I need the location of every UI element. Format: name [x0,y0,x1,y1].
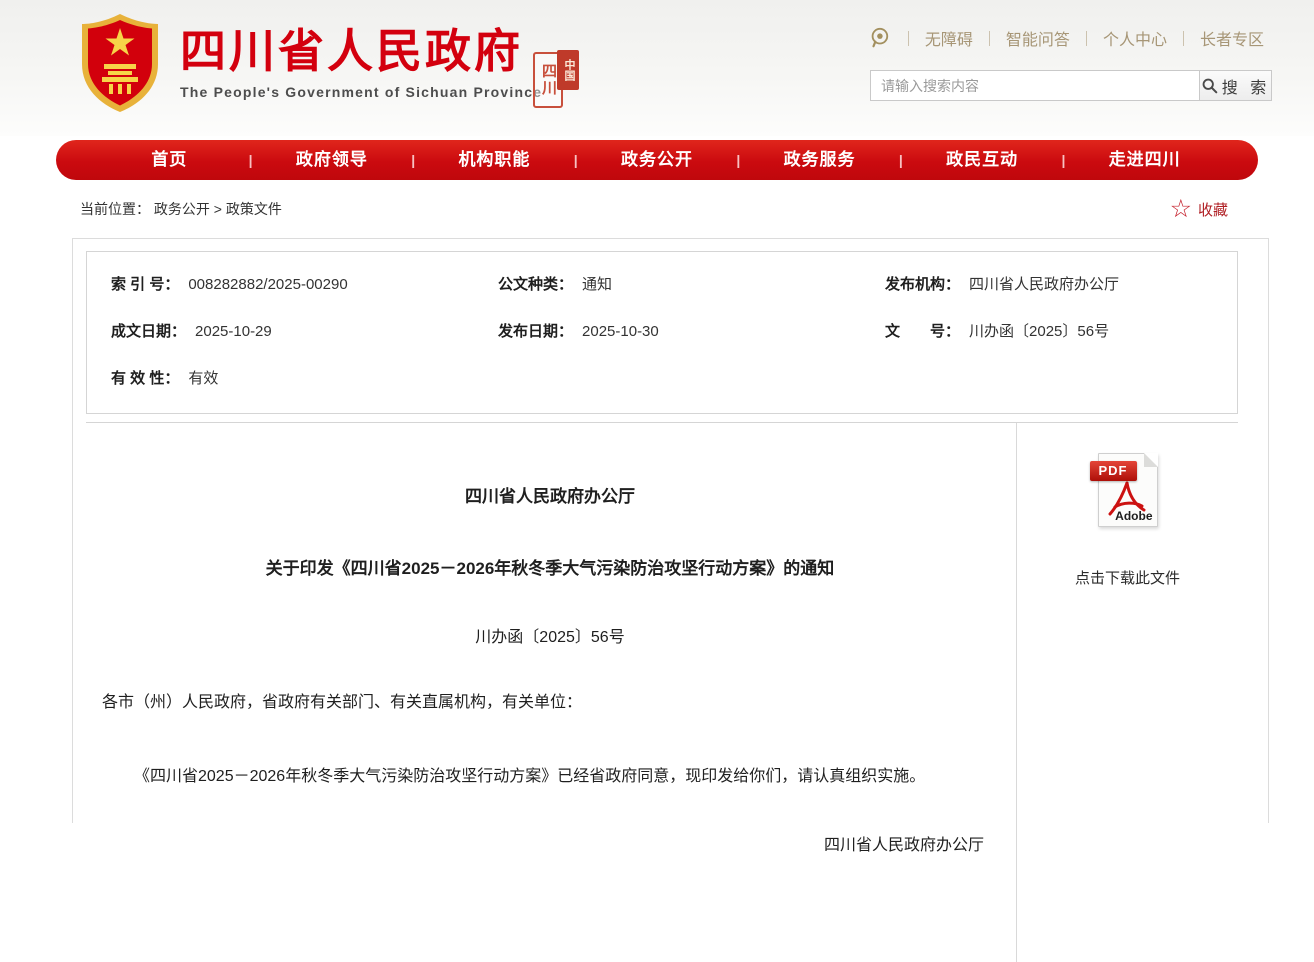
sichuan-seal-stamp: 四川 中国 [533,50,579,110]
meta-label: 文 号： [885,320,960,341]
site-header: 四川省人民政府 The People's Government of Sichu… [0,0,1314,136]
meta-label: 发布机构： [885,273,960,294]
meta-value: 四川省人民政府办公厅 [969,273,1119,294]
breadcrumb: 当前位置： 政务公开 > 政策文件 [80,199,282,219]
breadcrumb-gov-info[interactable]: 政务公开 [154,201,210,217]
meta-row: 索 引 号： 008282882/2025-00290 公文种类： 通知 发布机… [87,260,1237,307]
nav-item-interaction[interactable]: 政民互动 [903,140,1062,180]
main-nav: 首页 | 政府领导 | 机构职能 | 政务公开 | 政务服务 | 政民互动 | … [56,140,1258,180]
meta-label: 公文种类： [498,273,573,294]
breadcrumb-row: 当前位置： 政务公开 > 政策文件 ☆ 收藏 [0,180,1314,238]
link-divider: ｜ [1176,28,1191,49]
meta-value: 2025-10-29 [195,323,272,340]
meta-label: 成文日期： [111,320,186,341]
download-sidebar: PDF Adobe 点击下载此文件 [1016,423,1238,962]
document-text: 四川省人民政府办公厅 关于印发《四川省2025－2026年秋冬季大气污染防治攻坚… [86,423,1016,962]
favorite-label: 收藏 [1198,199,1228,220]
seal-badge-text: 中国 [557,50,579,90]
meta-issuing-org: 发布机构： 四川省人民政府办公厅 [861,260,1237,307]
document-salutation: 各市（州）人民政府，省政府有关部门、有关直属机构，有关单位： [102,691,998,714]
nav-item-gov-services[interactable]: 政务服务 [740,140,899,180]
national-emblem-icon [78,12,162,114]
document-number: 川办函〔2025〕56号 [102,626,998,649]
nav-item-home[interactable]: 首页 [90,140,249,180]
search-button[interactable]: 搜 索 [1200,70,1272,101]
nav-item-about-sichuan[interactable]: 走进四川 [1065,140,1224,180]
search-bar: 搜 索 [870,70,1272,101]
document-meta-table: 索 引 号： 008282882/2025-00290 公文种类： 通知 发布机… [86,251,1238,414]
document-signature: 四川省人民政府办公厅 [102,834,998,857]
site-subtitle: The People's Government of Sichuan Provi… [180,84,542,100]
link-smart-qa[interactable]: 智能问答 [1006,26,1070,50]
link-divider: ｜ [901,28,916,49]
breadcrumb-label: 当前位置： [80,201,150,217]
meta-row: 成文日期： 2025-10-29 发布日期： 2025-10-30 文 号： 川… [87,307,1237,354]
meta-label: 发布日期： [498,320,573,341]
content-wrapper: 索 引 号： 008282882/2025-00290 公文种类： 通知 发布机… [72,238,1269,823]
meta-value: 有效 [188,367,218,388]
meta-write-date: 成文日期： 2025-10-29 [87,307,474,354]
nav-item-gov-leaders[interactable]: 政府领导 [253,140,412,180]
favorite-button[interactable]: ☆ 收藏 [1170,197,1228,222]
meta-row: 有 效 性： 有效 [87,354,1237,401]
meta-doc-type: 公文种类： 通知 [474,260,861,307]
site-logo[interactable]: 四川省人民政府 The People's Government of Sichu… [78,12,542,114]
breadcrumb-policy-files[interactable]: 政策文件 [226,201,282,217]
link-divider: ｜ [1079,28,1094,49]
pdf-badge: PDF [1090,461,1137,481]
nav-item-gov-info[interactable]: 政务公开 [578,140,737,180]
search-icon [1201,77,1218,94]
meta-value: 2025-10-30 [582,323,659,340]
document-issuer-heading: 四川省人民政府办公厅 [102,485,998,510]
link-accessibility[interactable]: 无障碍 [925,26,973,50]
meta-label: 有 效 性： [111,367,179,388]
document-paragraph: 《四川省2025－2026年秋冬季大气污染防治攻坚行动方案》已经省政府同意，现印… [102,765,998,788]
audio-reader-icon[interactable] [868,27,890,49]
breadcrumb-separator: > [214,201,222,217]
search-button-label: 搜 索 [1222,74,1270,98]
adobe-label: Adobe [1115,509,1152,523]
meta-value: 008282882/2025-00290 [188,276,347,293]
link-divider: ｜ [982,28,997,49]
meta-validity: 有 效 性： 有效 [87,354,474,401]
meta-doc-no: 文 号： 川办函〔2025〕56号 [861,307,1237,354]
quick-links-bar: ｜ 无障碍 ｜ 智能问答 ｜ 个人中心 ｜ 长者专区 [868,26,1264,50]
meta-publish-date: 发布日期： 2025-10-30 [474,307,861,354]
site-title: 四川省人民政府 [180,26,542,77]
meta-label: 索 引 号： [111,273,179,294]
link-personal-center[interactable]: 个人中心 [1103,26,1167,50]
link-senior-zone[interactable]: 长者专区 [1200,26,1264,50]
document-body-panel: 四川省人民政府办公厅 关于印发《四川省2025－2026年秋冬季大气污染防治攻坚… [86,422,1238,962]
pdf-file-icon[interactable]: PDF Adobe [1098,453,1158,527]
document-title: 关于印发《四川省2025－2026年秋冬季大气污染防治攻坚行动方案》的通知 [102,557,998,582]
meta-value: 通知 [582,273,612,294]
meta-value: 川办函〔2025〕56号 [969,320,1109,341]
nav-item-org-functions[interactable]: 机构职能 [415,140,574,180]
download-file-link[interactable]: 点击下载此文件 [1075,567,1180,588]
meta-index-no: 索 引 号： 008282882/2025-00290 [87,260,474,307]
favorite-star-icon: ☆ [1170,197,1192,222]
page-fold-corner [1144,453,1158,467]
search-input[interactable] [870,70,1200,101]
